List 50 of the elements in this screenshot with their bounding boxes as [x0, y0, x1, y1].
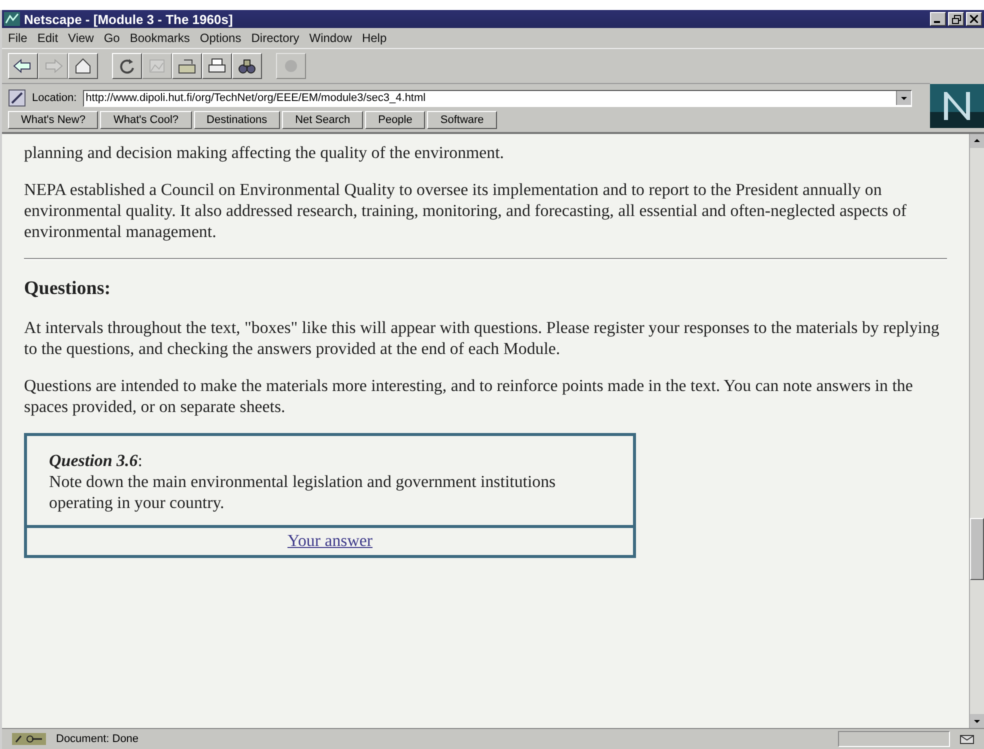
window-title: Netscape - [Module 3 - The 1960s]	[24, 12, 233, 26]
minimize-button[interactable]	[930, 12, 946, 26]
paragraph: NEPA established a Council on Environmental Quality to oversee its implementation and to report to the President annually on environmental quality. It also addressed research, training, monitoring, and forecasting, all essential and often-neglected aspects of environmental management.	[24, 179, 908, 242]
menu-item[interactable]: View	[68, 31, 94, 45]
menu-item[interactable]: Options	[200, 31, 242, 45]
dropdown-icon	[896, 91, 911, 105]
toolbar-button[interactable]	[112, 53, 142, 79]
restore-icon	[952, 14, 960, 24]
n-logo-icon	[930, 84, 984, 128]
menu-item[interactable]: Help	[362, 31, 387, 45]
menu-item[interactable]: Bookmarks	[130, 31, 190, 45]
paragraph: planning and decision making affecting the quality of the environment.	[24, 142, 506, 163]
close-icon	[970, 15, 978, 23]
bookmark-icon	[8, 89, 26, 107]
directory-button[interactable]: Net Search	[282, 111, 364, 129]
status-text: Document: Done	[56, 733, 139, 745]
toolbar-button[interactable]	[202, 53, 232, 79]
location-label: Location:	[32, 92, 77, 104]
question-text: Note down the main environmental legislation and government institutions operating in your country.	[49, 471, 557, 513]
binoculars-icon	[236, 57, 258, 75]
scroll-up-icon	[970, 134, 984, 148]
directory-button[interactable]: What's New?	[8, 111, 98, 129]
close-button[interactable]	[966, 12, 982, 26]
section-heading: Questions:	[24, 278, 112, 299]
directory-button[interactable]: What's Cool?	[100, 111, 192, 129]
restore-button[interactable]	[948, 12, 964, 26]
directory-button[interactable]: People	[365, 111, 426, 129]
app-icon	[4, 12, 20, 26]
question-title: Question 3.6:	[49, 450, 144, 471]
toolbar-button[interactable]	[172, 53, 202, 79]
toolbar-button[interactable]	[8, 53, 38, 79]
answer-link[interactable]: Your answer	[287, 531, 373, 550]
paragraph: At intervals throughout the text, "boxes" like this will appear with questions. Please register your responses to the materials by replying to the questions, and checking the answers provided at the end of each Module.	[24, 317, 940, 359]
toolbar-button[interactable]	[232, 53, 262, 79]
directory-button[interactable]: Destinations	[194, 111, 280, 129]
menu-item[interactable]: File	[8, 31, 28, 45]
menu-item[interactable]: Edit	[37, 31, 58, 45]
menu-item[interactable]: Window	[309, 31, 352, 45]
menu-item[interactable]: Directory	[251, 31, 300, 45]
scroll-thumb[interactable]	[970, 518, 984, 580]
menu-item[interactable]: Go	[104, 31, 120, 45]
toolbar-button[interactable]	[68, 53, 98, 79]
printer-icon	[206, 57, 228, 75]
security-key-icon	[12, 733, 46, 745]
folder-icon	[176, 57, 198, 75]
mail-icon	[960, 733, 974, 745]
paragraph: Questions are intended to make the materials more interesting, and to reinforce points made in the text. You can note answers in the spaces provided, or on separate sheets.	[24, 375, 914, 417]
vertical-scrollbar[interactable]	[969, 134, 984, 728]
location-field[interactable]: http://www.dipoli.hut.fi/org/TechNet/org/EEE/EM/module3/sec3_4.html	[82, 90, 912, 106]
directory-button[interactable]: Software	[427, 111, 497, 129]
